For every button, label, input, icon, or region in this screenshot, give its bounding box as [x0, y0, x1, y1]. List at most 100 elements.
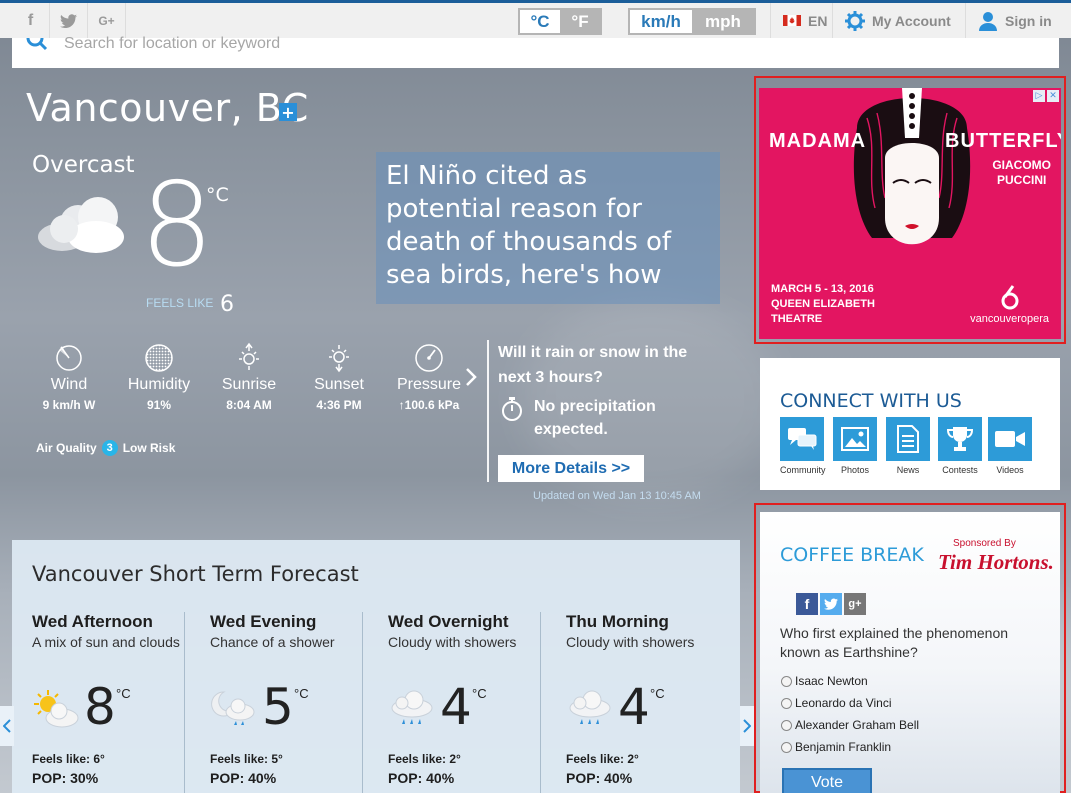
connect-videos[interactable]: Videos [988, 417, 1032, 475]
stat-label: Humidity [127, 376, 191, 393]
ad-venue-2: THEATRE [771, 313, 823, 325]
vancouver-opera-logo: vancouveropera [970, 284, 1049, 325]
ad-choices[interactable]: ▷ ✕ [1033, 90, 1059, 102]
radio-button[interactable] [781, 719, 792, 731]
option-label: Isaac Newton [795, 674, 868, 688]
humidity-icon [145, 344, 173, 372]
mph-option[interactable]: mph [692, 10, 754, 33]
trophy-icon [946, 427, 974, 451]
column-divider [184, 612, 185, 793]
stat-label: Wind [50, 376, 88, 393]
opera-advertisement[interactable]: MADAMA BUTTERFLY GIACOMO PUCCINI MARCH 5… [759, 88, 1061, 339]
sunset-icon [329, 345, 349, 373]
feels-like-value: 6 [220, 292, 234, 317]
sign-in-link[interactable]: Sign in [965, 3, 1052, 38]
cloud-rain-icon [569, 690, 611, 724]
air-quality[interactable]: Air Quality 3 Low Risk [36, 440, 175, 456]
ad-composer-first: GIACOMO [992, 158, 1051, 172]
more-details-button[interactable]: More Details >> [498, 455, 644, 482]
pressure-icon [415, 344, 443, 372]
chevron-left-icon [3, 719, 11, 733]
poll-option[interactable]: Isaac Newton [781, 674, 868, 688]
period-description: Chance of a shower [210, 634, 335, 650]
google-plus-icon[interactable]: G+ [88, 3, 126, 38]
radio-button[interactable] [781, 675, 792, 687]
forecast-period[interactable]: Wed Afternoon A mix of sun and clouds 8 … [32, 612, 204, 793]
column-divider [362, 612, 363, 793]
twitter-icon[interactable] [50, 3, 88, 38]
top-bar: f G+ °C °F km/h mph EN My Account Sign i… [0, 0, 1071, 38]
wind-icon [56, 345, 82, 371]
news-headline-card[interactable]: El Niño cited as potential reason for de… [376, 152, 720, 304]
rain-question: Will it rain or snow in the next 3 hours… [498, 344, 688, 386]
period-unit: °C [294, 686, 309, 701]
connect-contests[interactable]: Contests [938, 417, 982, 475]
stat-value: 4:36 PM [316, 398, 362, 412]
facebook-icon[interactable]: f [12, 3, 50, 38]
period-pop: POP: 40% [210, 770, 277, 786]
speed-unit-toggle[interactable]: km/h mph [628, 8, 756, 35]
period-feels-like: Feels like: 5° [210, 752, 283, 766]
chevron-right-icon[interactable] [465, 368, 477, 386]
city-title: Vancouver, BC [26, 86, 309, 130]
coffee-break-poll: COFFEE BREAK Sponsored By Tim Hortons. f… [760, 512, 1060, 793]
fahrenheit-option[interactable]: °F [560, 10, 600, 33]
poll-option[interactable]: Alexander Graham Bell [781, 718, 919, 732]
ad-composer-last: PUCCINI [996, 173, 1047, 187]
stat-pressure: Pressure ↑100.6 kPa [384, 338, 474, 412]
facebook-share-icon[interactable]: f [796, 593, 818, 615]
forecast-title: Vancouver Short Term Forecast [32, 562, 359, 586]
poll-option[interactable]: Benjamin Franklin [781, 740, 891, 754]
share-buttons: f g+ [796, 593, 866, 615]
forecast-prev-button[interactable] [0, 706, 14, 746]
ad-close-icon[interactable]: ✕ [1047, 90, 1059, 102]
divider [487, 340, 489, 482]
pressure-value: 100.6 kPa [404, 398, 460, 412]
language-label: EN [808, 12, 828, 29]
celsius-option[interactable]: °C [520, 10, 560, 33]
gear-icon [845, 10, 865, 31]
period-pop: POP: 40% [566, 770, 633, 786]
community-icon [788, 428, 817, 450]
connect-news[interactable]: News [886, 417, 930, 475]
stat-value: 8:04 AM [226, 398, 272, 412]
connect-label: News [896, 465, 920, 475]
current-temperature: 8 [140, 158, 214, 293]
ad-event-info: MARCH 5 - 13, 2016 QUEEN ELIZABETH THEAT… [771, 282, 875, 327]
current-condition: Overcast [32, 152, 135, 178]
temp-unit-toggle[interactable]: °C °F [518, 8, 602, 35]
search-placeholder[interactable]: Search for location or keyword [64, 36, 280, 52]
connect-label: Photos [840, 465, 870, 475]
sign-in-label: Sign in [1005, 12, 1052, 29]
poll-question: Who first explained the phenomenon known… [780, 625, 1009, 660]
forecast-period[interactable]: Wed Evening Chance of a shower 5 °C Feel… [210, 612, 382, 793]
period-description: Cloudy with showers [566, 634, 695, 650]
kmh-option[interactable]: km/h [630, 10, 692, 33]
ad-venue: QUEEN ELIZABETH [771, 298, 875, 310]
twitter-share-icon[interactable] [820, 593, 842, 615]
news-icon [897, 425, 919, 453]
my-account-link[interactable]: My Account [832, 3, 951, 38]
moon-cloud-rain-icon [211, 691, 255, 725]
forecast-next-button[interactable] [740, 706, 754, 746]
option-label: Alexander Graham Bell [795, 718, 920, 732]
language-selector[interactable]: EN [770, 3, 827, 38]
updated-timestamp: Updated on Wed Jan 13 10:45 AM [533, 490, 701, 502]
ad-dates: MARCH 5 - 13, 2016 [771, 283, 874, 295]
poll-option[interactable]: Leonardo da Vinci [781, 696, 892, 710]
radio-button[interactable] [781, 697, 792, 709]
connect-with-us-panel: CONNECT WITH US Community Photos News Co… [760, 358, 1060, 490]
add-location-button[interactable]: + [279, 103, 297, 122]
option-label: Leonardo da Vinci [795, 696, 892, 710]
connect-photos[interactable]: Photos [833, 417, 877, 475]
google-plus-share-icon[interactable]: g+ [844, 593, 866, 615]
radio-button[interactable] [781, 741, 792, 753]
geisha-face-illustration [853, 88, 971, 245]
ad-info-icon[interactable]: ▷ [1033, 90, 1045, 102]
forecast-period[interactable]: Thu Morning Cloudy with showers 4 °C Fee… [566, 612, 738, 793]
news-headline[interactable]: El Niño cited as potential reason for de… [386, 160, 710, 292]
forecast-period[interactable]: Wed Overnight Cloudy with showers 4 °C F… [388, 612, 560, 793]
vote-button[interactable]: Vote [782, 768, 872, 793]
search-bar[interactable]: Search for location or keyword [12, 36, 1059, 68]
connect-community[interactable]: Community [780, 417, 826, 475]
